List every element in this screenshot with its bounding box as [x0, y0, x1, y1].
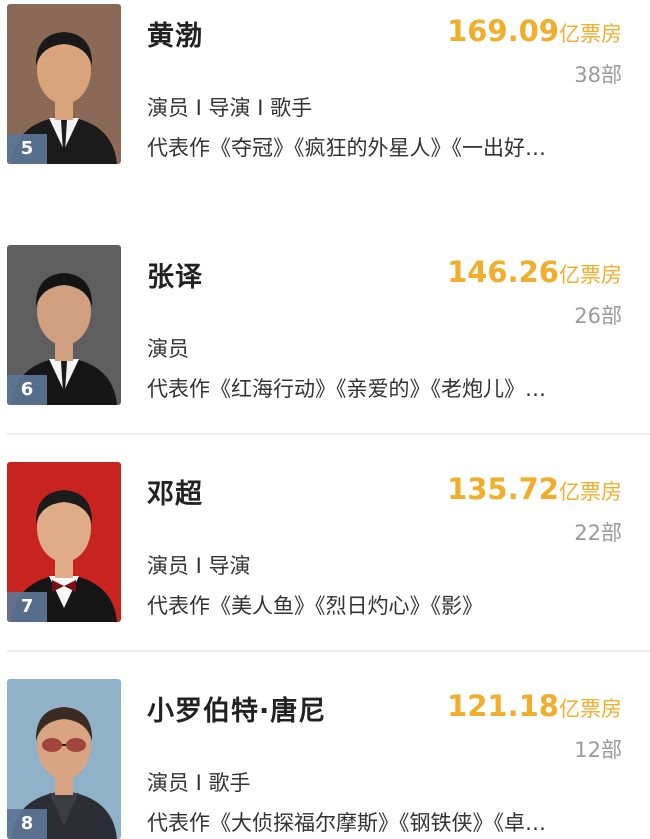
actor-photo[interactable]: 7 — [7, 462, 121, 622]
actor-photo[interactable]: 8 — [7, 679, 121, 839]
actor-roles: 演员 — [147, 337, 189, 361]
box-office: 146.26亿票房 — [447, 255, 622, 289]
box-office-unit: 亿票房 — [559, 697, 622, 721]
divider — [7, 433, 650, 435]
box-office: 135.72亿票房 — [447, 472, 622, 506]
actor-photo[interactable]: 6 — [7, 245, 121, 405]
actor-roles: 演员 I 歌手 — [147, 771, 251, 795]
box-office-value: 121.18 — [447, 689, 559, 723]
film-count: 22部 — [574, 521, 622, 545]
box-office-unit: 亿票房 — [559, 22, 622, 46]
representative-works: 代表作《大侦探福尔摩斯》《钢铁侠》《卓… — [147, 811, 546, 835]
film-count: 38部 — [574, 63, 622, 87]
representative-works: 代表作《美人鱼》《烈日灼心》《影》 — [147, 594, 483, 618]
actor-name: 黄渤 — [147, 21, 203, 52]
box-office: 169.09亿票房 — [447, 14, 622, 48]
divider — [7, 650, 650, 652]
box-office-unit: 亿票房 — [559, 480, 622, 504]
representative-works: 代表作《红海行动》《亲爱的》《老炮儿》… — [147, 377, 546, 401]
actor-name: 张译 — [147, 262, 203, 293]
actor-roles: 演员 I 导演 I 歌手 — [147, 96, 313, 120]
box-office-value: 169.09 — [447, 14, 559, 48]
actor-name: 邓超 — [147, 479, 203, 510]
rank-badge: 8 — [7, 809, 47, 839]
film-count: 26部 — [574, 304, 622, 328]
actor-roles: 演员 I 导演 — [147, 554, 251, 578]
box-office-value: 135.72 — [447, 472, 559, 506]
rank-badge: 6 — [7, 375, 47, 405]
box-office: 121.18亿票房 — [447, 689, 622, 723]
representative-works: 代表作《夺冠》《疯狂的外星人》《一出好… — [147, 136, 546, 160]
box-office-unit: 亿票房 — [559, 263, 622, 287]
actor-name: 小罗伯特·唐尼 — [147, 696, 327, 727]
rank-badge: 5 — [7, 134, 47, 164]
actor-photo[interactable]: 5 — [7, 4, 121, 164]
rank-badge: 7 — [7, 592, 47, 622]
box-office-value: 146.26 — [447, 255, 559, 289]
film-count: 12部 — [574, 738, 622, 762]
